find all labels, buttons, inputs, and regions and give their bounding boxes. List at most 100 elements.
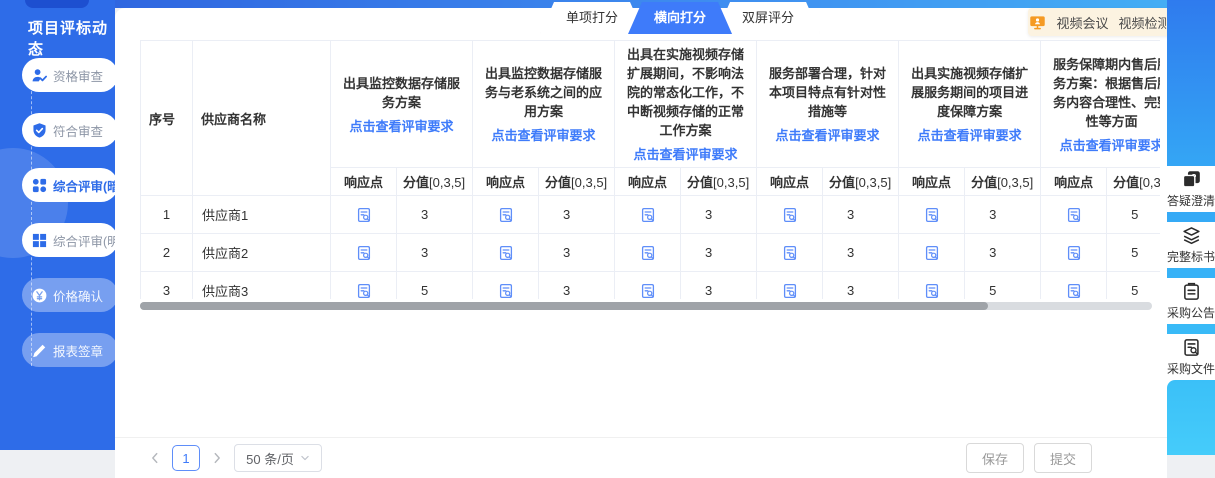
- score-cell[interactable]: 5: [1107, 272, 1160, 300]
- tab-双屏评分[interactable]: 双屏评分: [716, 2, 820, 34]
- pagination-page-1[interactable]: 1: [172, 445, 200, 471]
- sidebar-item-报表签章[interactable]: 报表签章: [22, 333, 115, 367]
- response-point-cell[interactable]: [615, 272, 681, 300]
- score-header: 分值[0,3,5]: [681, 168, 757, 196]
- save-button[interactable]: 保存: [966, 443, 1024, 473]
- video-meeting-button[interactable]: 视频会议: [1056, 13, 1108, 32]
- response-point-cell[interactable]: [1041, 272, 1107, 300]
- score-cell[interactable]: 3: [681, 196, 757, 234]
- doc-search-icon[interactable]: [924, 207, 940, 223]
- doc-search-icon[interactable]: [640, 207, 656, 223]
- doc-search-icon[interactable]: [782, 245, 798, 261]
- video-check-button[interactable]: 视频检测: [1119, 13, 1171, 32]
- view-review-requirements-link[interactable]: 点击查看评审要求: [1049, 135, 1160, 154]
- score-cell[interactable]: 3: [681, 234, 757, 272]
- score-cell[interactable]: 5: [1107, 234, 1160, 272]
- response-point-cell[interactable]: [331, 234, 397, 272]
- score-cell[interactable]: 3: [681, 272, 757, 300]
- view-review-requirements-link[interactable]: 点击查看评审要求: [339, 116, 464, 135]
- horizontal-scrollbar[interactable]: [140, 302, 1152, 310]
- view-review-requirements-link[interactable]: 点击查看评审要求: [623, 144, 748, 163]
- doc-search-icon[interactable]: [356, 245, 372, 261]
- view-review-requirements-link[interactable]: 点击查看评审要求: [765, 125, 890, 144]
- sidebar-item-符合审查[interactable]: 符合审查: [22, 113, 115, 147]
- sidebar-item-综合评审(明)[interactable]: 综合评审(明): [22, 223, 115, 257]
- rail-item-采购文件[interactable]: 采购文件: [1167, 334, 1215, 380]
- yen-circle-icon: [31, 287, 48, 304]
- doc-search-icon[interactable]: [924, 283, 940, 299]
- scrollbar-thumb[interactable]: [140, 302, 988, 310]
- score-cell[interactable]: 3: [823, 196, 899, 234]
- sidebar-item-资格审查[interactable]: 资格审查: [22, 58, 115, 92]
- score-cell[interactable]: 3: [965, 196, 1041, 234]
- doc-search-icon[interactable]: [1066, 283, 1082, 299]
- sidebar-item-价格确认[interactable]: 价格确认: [22, 278, 115, 312]
- doc-search-icon[interactable]: [1066, 245, 1082, 261]
- view-review-requirements-link[interactable]: 点击查看评审要求: [481, 125, 606, 144]
- rail-item-答疑澄清[interactable]: ?答疑澄清: [1167, 166, 1215, 212]
- response-point-cell[interactable]: [331, 272, 397, 300]
- response-point-header: 响应点: [757, 168, 823, 196]
- score-cell[interactable]: 3: [397, 234, 473, 272]
- score-cell[interactable]: 3: [965, 234, 1041, 272]
- response-point-cell[interactable]: [331, 196, 397, 234]
- tab-单项打分[interactable]: 单项打分: [540, 2, 644, 34]
- supplier-cell: 供应商2: [193, 234, 331, 272]
- response-point-cell[interactable]: [615, 234, 681, 272]
- question-chat-icon: ?: [1182, 170, 1201, 189]
- score-cell[interactable]: 3: [823, 272, 899, 300]
- rail-top-segment: [1167, 0, 1215, 166]
- response-point-cell[interactable]: [899, 196, 965, 234]
- score-cell[interactable]: 3: [539, 196, 615, 234]
- response-point-cell[interactable]: [757, 196, 823, 234]
- main-content: 单项打分横向打分双屏评分 视频会议 视频检测 序号供应商名称出具监控数据存储服务…: [115, 8, 1167, 478]
- score-cell[interactable]: 5: [1107, 196, 1160, 234]
- score-cell[interactable]: 3: [539, 272, 615, 300]
- response-point-cell[interactable]: [473, 196, 539, 234]
- rail-item-采购公告[interactable]: 采购公告: [1167, 278, 1215, 324]
- response-point-cell[interactable]: [899, 234, 965, 272]
- sidebar-top-button[interactable]: [25, 0, 89, 8]
- score-cell[interactable]: 3: [823, 234, 899, 272]
- table-row: 3供应商3533355: [141, 272, 1161, 300]
- doc-search-icon[interactable]: [640, 283, 656, 299]
- score-cell[interactable]: 5: [397, 272, 473, 300]
- response-point-cell[interactable]: [757, 234, 823, 272]
- score-header: 分值[0,3,5]: [823, 168, 899, 196]
- doc-search-icon[interactable]: [1066, 207, 1082, 223]
- response-point-cell[interactable]: [757, 272, 823, 300]
- doc-search-icon[interactable]: [782, 207, 798, 223]
- response-point-cell[interactable]: [1041, 196, 1107, 234]
- rail-bottom-segment: [1167, 380, 1215, 455]
- pagination-prev-icon[interactable]: [148, 451, 162, 465]
- doc-search-icon[interactable]: [924, 245, 940, 261]
- doc-search-icon[interactable]: [498, 245, 514, 261]
- pagination-next-icon[interactable]: [210, 451, 224, 465]
- pagination: 1 50 条/页: [148, 444, 322, 472]
- response-point-cell[interactable]: [473, 234, 539, 272]
- rail-divider: [1167, 212, 1215, 222]
- tab-横向打分[interactable]: 横向打分: [628, 2, 732, 34]
- doc-search-icon[interactable]: [498, 283, 514, 299]
- doc-search-icon[interactable]: [356, 207, 372, 223]
- doc-search-icon[interactable]: [640, 245, 656, 261]
- score-cell[interactable]: 5: [965, 272, 1041, 300]
- response-point-cell[interactable]: [899, 272, 965, 300]
- page-size-select[interactable]: 50 条/页: [234, 444, 322, 472]
- response-point-cell[interactable]: [615, 196, 681, 234]
- evaluation-page: 单项打分横向打分双屏评分 视频会议 视频检测 序号供应商名称出具监控数据存储服务…: [0, 0, 1215, 478]
- doc-search-icon[interactable]: [356, 283, 372, 299]
- response-point-header: 响应点: [615, 168, 681, 196]
- sidebar-item-综合评审(暗)[interactable]: 综合评审(暗): [22, 168, 115, 202]
- rail-item-完整标书[interactable]: 完整标书: [1167, 222, 1215, 268]
- submit-button[interactable]: 提交: [1034, 443, 1092, 473]
- doc-search-icon[interactable]: [782, 283, 798, 299]
- score-mode-tabs: 单项打分横向打分双屏评分: [548, 2, 812, 34]
- response-point-cell[interactable]: [1041, 234, 1107, 272]
- score-cell[interactable]: 3: [397, 196, 473, 234]
- score-cell[interactable]: 3: [539, 234, 615, 272]
- doc-search-icon[interactable]: [498, 207, 514, 223]
- response-point-cell[interactable]: [473, 272, 539, 300]
- view-review-requirements-link[interactable]: 点击查看评审要求: [907, 125, 1032, 144]
- rail-divider: [1167, 268, 1215, 278]
